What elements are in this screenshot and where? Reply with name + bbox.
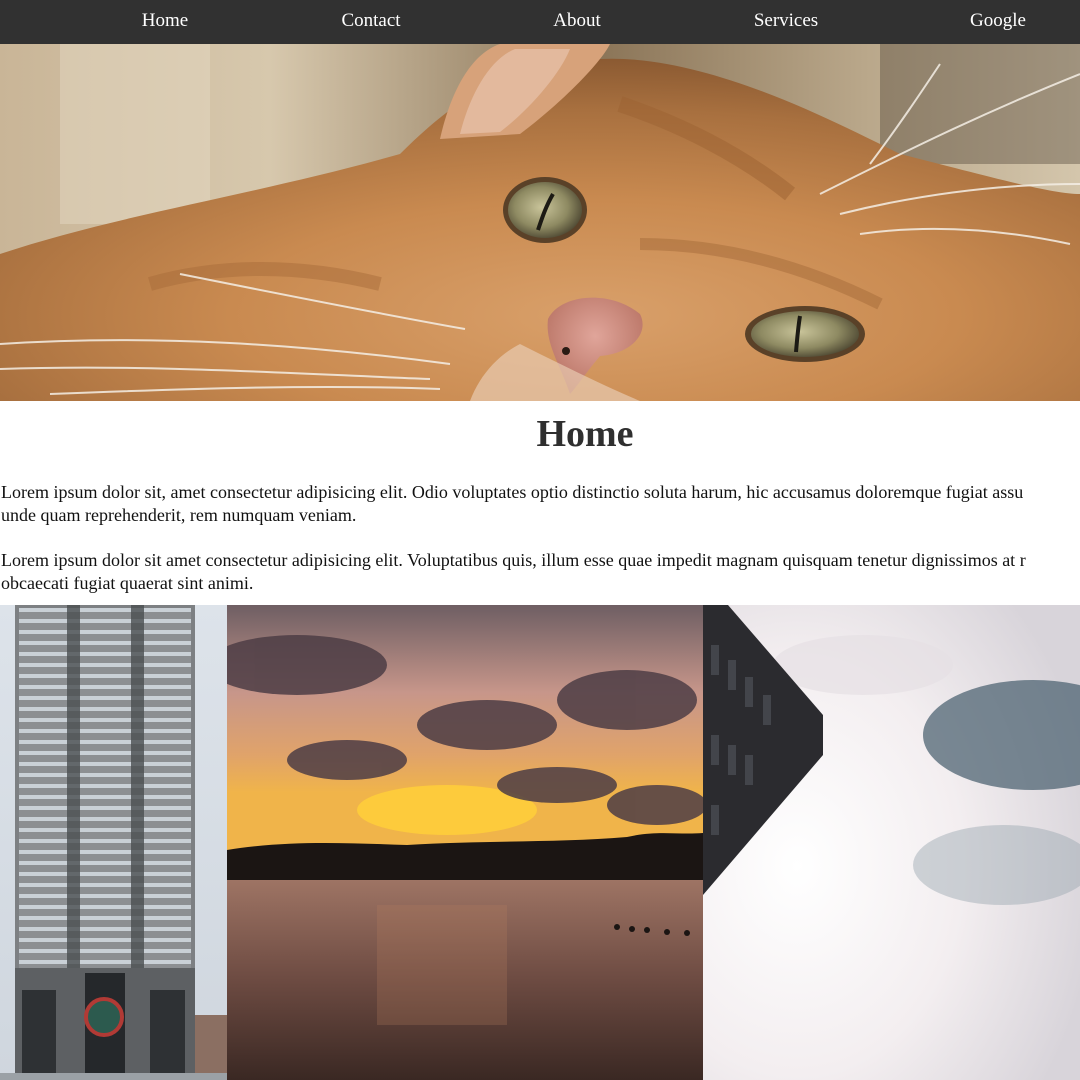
nav-link-contact[interactable]: Contact xyxy=(341,0,400,44)
paragraph-2-line-2: obcaecati fugiat quaerat sint animi. xyxy=(1,572,254,593)
gallery-image-sunset-lake xyxy=(227,605,703,1080)
nav-link-services[interactable]: Services xyxy=(754,0,818,44)
gallery-image-building xyxy=(0,605,227,1080)
image-gallery xyxy=(0,605,1080,1080)
nav-link-google[interactable]: Google xyxy=(970,0,1026,44)
paragraph-2: Lorem ipsum dolor sit amet consectetur a… xyxy=(1,549,1080,594)
paragraph-1-line-1: Lorem ipsum dolor sit, amet consectetur … xyxy=(1,482,1024,502)
paragraph-1-line-2: unde quam reprehenderit, rem numquam ven… xyxy=(1,504,357,525)
nav-link-about[interactable]: About xyxy=(553,0,601,44)
paragraph-1: Lorem ipsum dolor sit, amet consectetur … xyxy=(1,481,1080,526)
nav-link-home[interactable]: Home xyxy=(142,0,188,44)
top-navbar: Home Contact About Services Google xyxy=(0,0,1080,44)
hero-cat-image xyxy=(0,44,1080,401)
gallery-image-corner-building-sky xyxy=(703,605,1080,1080)
page-title: Home xyxy=(536,413,634,455)
paragraph-2-line-1: Lorem ipsum dolor sit amet consectetur a… xyxy=(1,550,1026,570)
